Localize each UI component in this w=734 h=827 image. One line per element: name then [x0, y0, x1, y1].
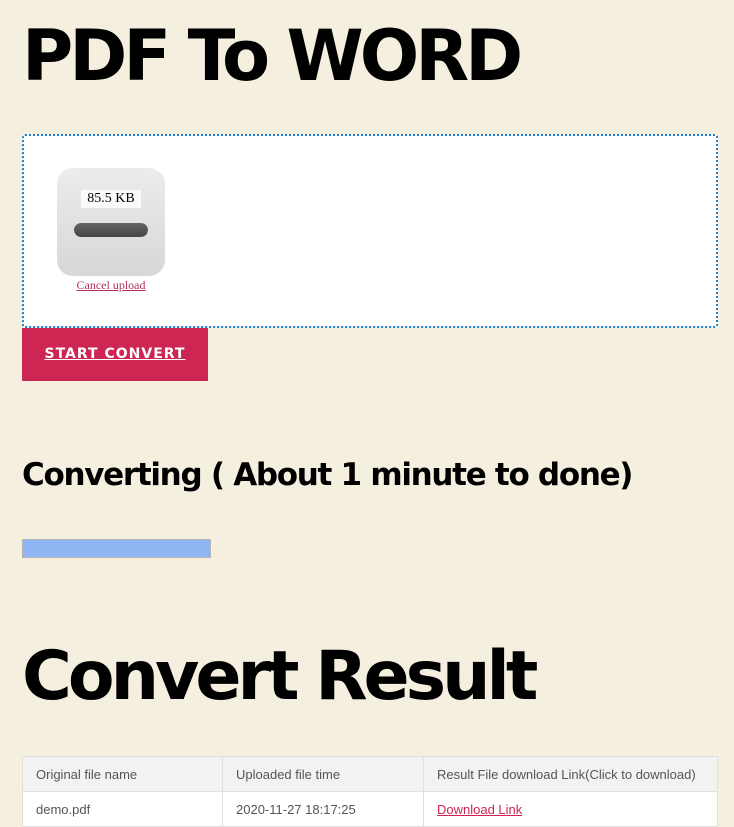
convert-progress-fill: [23, 540, 210, 557]
table-header-row: Original file name Uploaded file time Re…: [22, 756, 718, 792]
converting-heading: Converting ( About 1 minute to done): [22, 457, 633, 493]
column-header-file-name: Original file name: [22, 756, 223, 792]
result-heading: Convert Result: [22, 637, 538, 716]
column-header-download-link: Result File download Link(Click to downl…: [423, 756, 718, 792]
cell-download-link: Download Link: [423, 791, 718, 827]
table-row: demo.pdf 2020-11-27 18:17:25 Download Li…: [22, 791, 718, 827]
file-dropzone[interactable]: 85.5 KB Cancel upload: [22, 134, 718, 328]
convert-progress-bar: [22, 539, 211, 558]
start-convert-button[interactable]: START CONVERT: [22, 328, 208, 381]
file-size: 85.5 KB: [81, 190, 141, 208]
download-link[interactable]: Download Link: [437, 802, 522, 817]
cell-file-name: demo.pdf: [22, 791, 223, 827]
upload-progress-bar: [74, 223, 148, 237]
page-title: PDF To WORD: [22, 15, 523, 97]
cell-uploaded-time: 2020-11-27 18:17:25: [222, 791, 424, 827]
column-header-uploaded-time: Uploaded file time: [222, 756, 424, 792]
upload-progress-fill: [74, 223, 148, 237]
file-preview: 85.5 KB: [57, 168, 165, 276]
result-table: Original file name Uploaded file time Re…: [22, 756, 718, 827]
cancel-upload-link[interactable]: Cancel upload: [57, 278, 165, 293]
